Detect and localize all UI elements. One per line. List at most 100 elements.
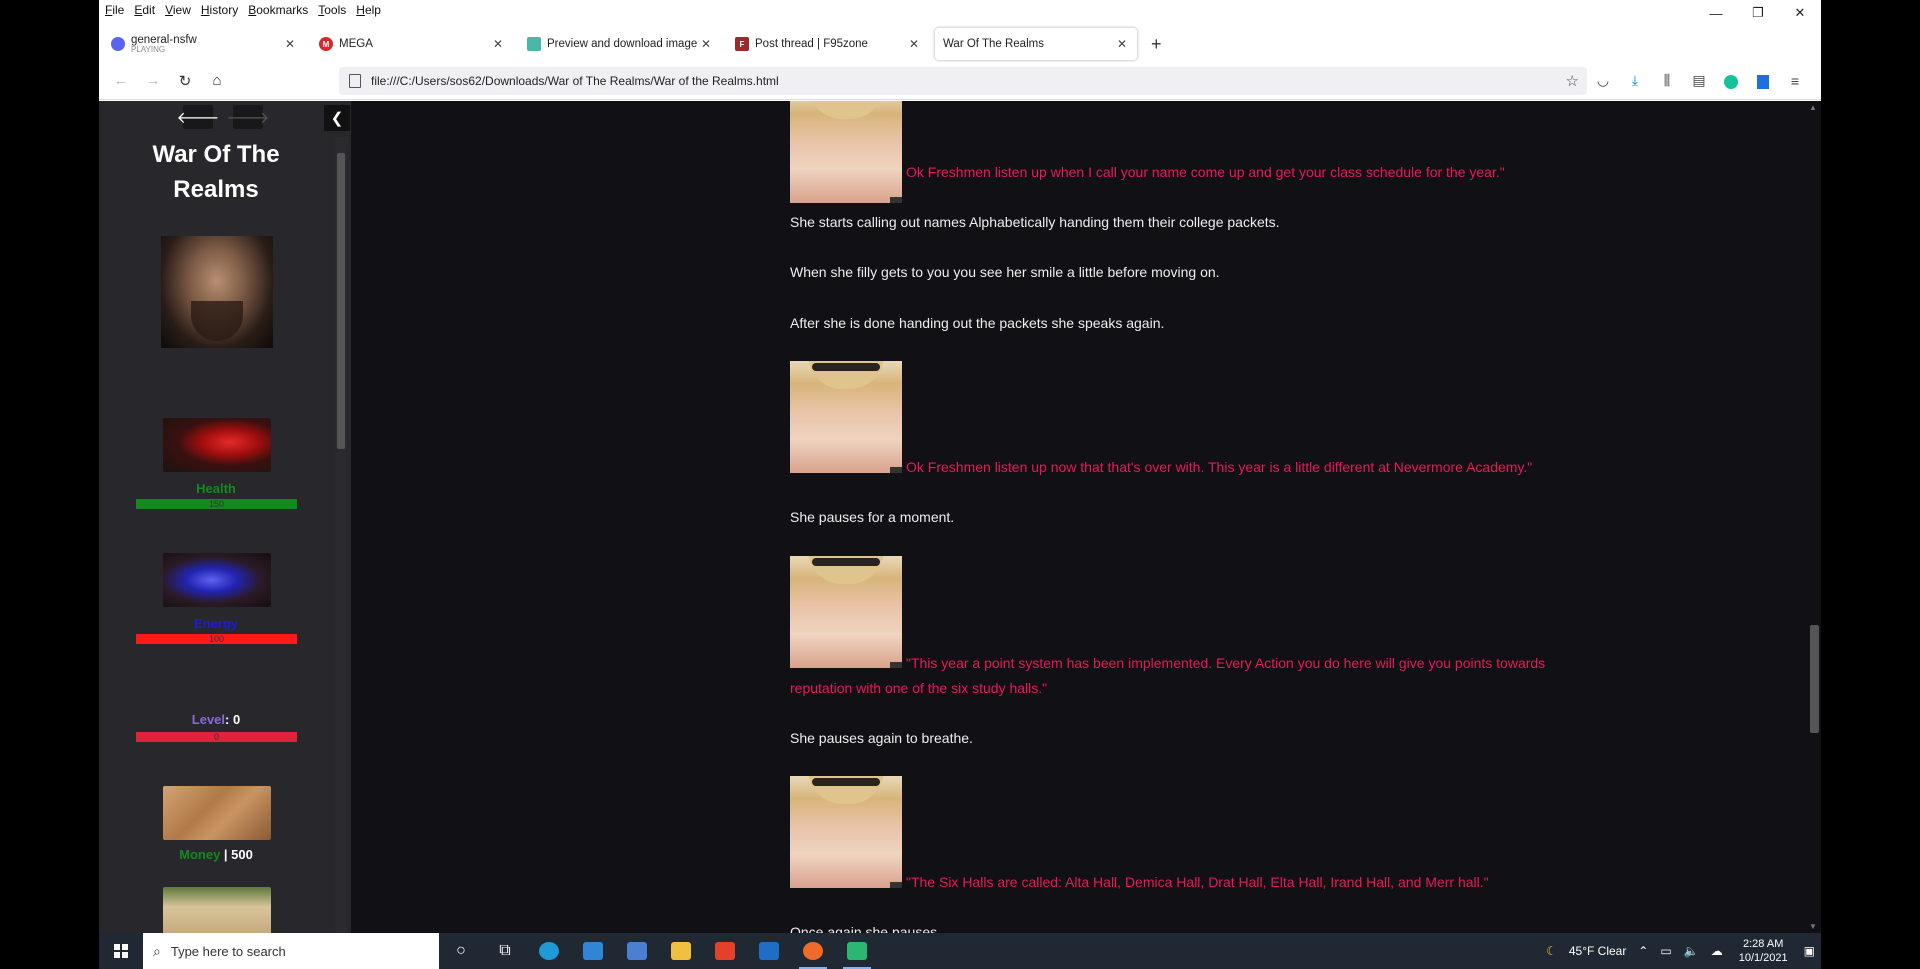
narration-line: When she filly gets to you you see her s… [790,264,1220,280]
tray-chevron-icon[interactable]: ⌃ [1638,944,1648,958]
narration-line: Once again she pauses. [790,924,941,933]
menu-icon[interactable]: ≡ [1779,73,1811,89]
clock-date: 10/1/2021 [1738,952,1788,964]
speech-line: reputation with one of the six study hal… [790,680,1048,696]
menu-bookmarks[interactable]: Bookmarks [248,3,308,17]
tab-close-icon[interactable]: ✕ [283,37,297,51]
toolbar-icons: ◡ ⤓ ⫼ ▤ ≡ [1587,72,1811,89]
energy-label: Energy [193,616,239,631]
extension-icon[interactable] [1747,72,1779,89]
onedrive-icon[interactable]: ☁ [1711,944,1723,958]
tab-playing-indicator: PLAYING [131,45,166,54]
scroll-up-icon[interactable]: ▲ [1809,103,1817,112]
windows-taskbar: ⌕ Type here to search ○ ⧉ ☾ 45°F Clear ⌃… [99,933,1821,969]
url-text: file:///C:/Users/sos62/Downloads/War of … [371,73,779,88]
home-icon[interactable]: ⌂ [201,66,233,96]
player-portrait [161,236,273,348]
teacher-portrait [790,556,902,668]
tab-label: War Of The Realms [943,38,1044,50]
office-icon[interactable] [703,933,747,969]
tab-f95zone[interactable]: F Post thread | F95zone ✕ [727,28,929,60]
tab-general-nsfw[interactable]: general-nsfw PLAYING ✕ [103,28,305,60]
narration-line: She pauses again to breathe. [790,730,973,746]
level-stat: Level: 0 [99,712,333,727]
forward-arrow-button[interactable]: 🡒 [227,105,269,129]
tab-close-icon[interactable]: ✕ [907,37,921,51]
windows-logo-icon [114,944,128,958]
page-scrollbar[interactable]: ▲ ▼ [1807,101,1821,933]
tab-close-icon[interactable]: ✕ [699,37,713,51]
money-value: 500 [231,847,253,862]
menu-tools[interactable]: Tools [318,3,346,17]
menu-history[interactable]: History [201,3,238,17]
image-host-favicon-icon [527,37,541,51]
mail-icon[interactable] [571,933,615,969]
sidebar-toggle-icon[interactable]: ▤ [1683,72,1715,89]
store-icon[interactable] [615,933,659,969]
health-label: Health [196,481,236,496]
grammarly-icon[interactable] [1715,72,1747,89]
game-page: 🡐 🡒 ❮ War Of The Realms Health 150 Energ… [99,101,1821,933]
window-controls: — ❐ ✕ [1695,0,1821,26]
pocket-icon[interactable]: ◡ [1587,72,1619,89]
tab-label: MEGA [339,38,373,50]
wood-image [163,887,271,933]
money-separator: | [220,847,232,862]
page-icon [349,73,361,88]
story-title: War Of The Realms [152,141,280,203]
volume-icon[interactable]: 🔈 [1684,944,1699,958]
new-tab-button[interactable]: + [1143,34,1170,55]
health-bar: 150 [136,499,297,509]
tab-close-icon[interactable]: ✕ [1115,37,1129,51]
forward-icon[interactable]: → [137,66,169,96]
close-window-button[interactable]: ✕ [1779,0,1821,26]
tab-preview-image[interactable]: Preview and download image | ✕ [519,28,721,60]
firefox-icon[interactable] [791,933,835,969]
back-icon[interactable]: ← [105,66,137,96]
scroll-down-icon[interactable]: ▼ [1809,922,1817,931]
cortana-icon[interactable]: ○ [439,933,483,969]
weather-icon: ☾ [1546,944,1557,958]
narration-line: She pauses for a moment. [790,509,955,525]
app-icon[interactable] [835,933,879,969]
tab-war-of-the-realms[interactable]: War Of The Realms ✕ [935,28,1137,60]
address-bar[interactable]: file:///C:/Users/sos62/Downloads/War of … [339,66,1587,95]
notification-icon[interactable]: ▣ [1804,944,1815,958]
weather-text[interactable]: 45°F Clear [1569,944,1627,958]
network-icon[interactable]: ▭ [1660,944,1671,958]
teacher-portrait [790,101,902,203]
menu-view[interactable]: View [165,3,191,17]
minimize-button[interactable]: — [1695,0,1737,26]
library-icon[interactable]: ⫼ [1651,72,1683,89]
edge-icon[interactable] [527,933,571,969]
tab-close-icon[interactable]: ✕ [491,37,505,51]
photos-icon[interactable] [747,933,791,969]
bookmark-star-icon[interactable]: ☆ [1566,72,1579,90]
energy-orb-image [163,553,271,607]
reload-icon[interactable]: ↻ [169,66,201,96]
back-arrow-button[interactable]: 🡐 [177,105,219,129]
task-view-icon[interactable]: ⧉ [483,933,527,969]
menu-bar: File Edit View History Bookmarks Tools H… [99,0,1821,20]
level-value: 0 [232,712,241,727]
level-bar: 0 [136,732,297,742]
narration-line: She starts calling out names Alphabetica… [790,214,1280,230]
sidebar-scrollbar[interactable] [335,137,347,933]
tab-label: Preview and download image | [547,38,699,50]
download-icon[interactable]: ⤓ [1619,72,1651,89]
menu-file[interactable]: File [105,3,124,17]
file-explorer-icon[interactable] [659,933,703,969]
scrollbar-thumb[interactable] [1810,625,1819,733]
menu-edit[interactable]: Edit [134,3,155,17]
search-icon: ⌕ [153,942,161,959]
restore-button[interactable]: ❐ [1737,0,1779,26]
clock[interactable]: 2:28 AM 10/1/2021 [1739,937,1788,965]
start-button[interactable] [99,933,143,969]
tab-mega[interactable]: M MEGA ✕ [311,28,513,60]
energy-value: 100 [208,634,225,644]
collapse-sidebar-icon[interactable]: ❮ [324,105,350,131]
taskbar-search[interactable]: ⌕ Type here to search [143,933,439,969]
menu-help[interactable]: Help [356,3,381,17]
money-stat: Money | 500 [99,847,333,862]
f95-favicon-icon: F [735,37,749,51]
